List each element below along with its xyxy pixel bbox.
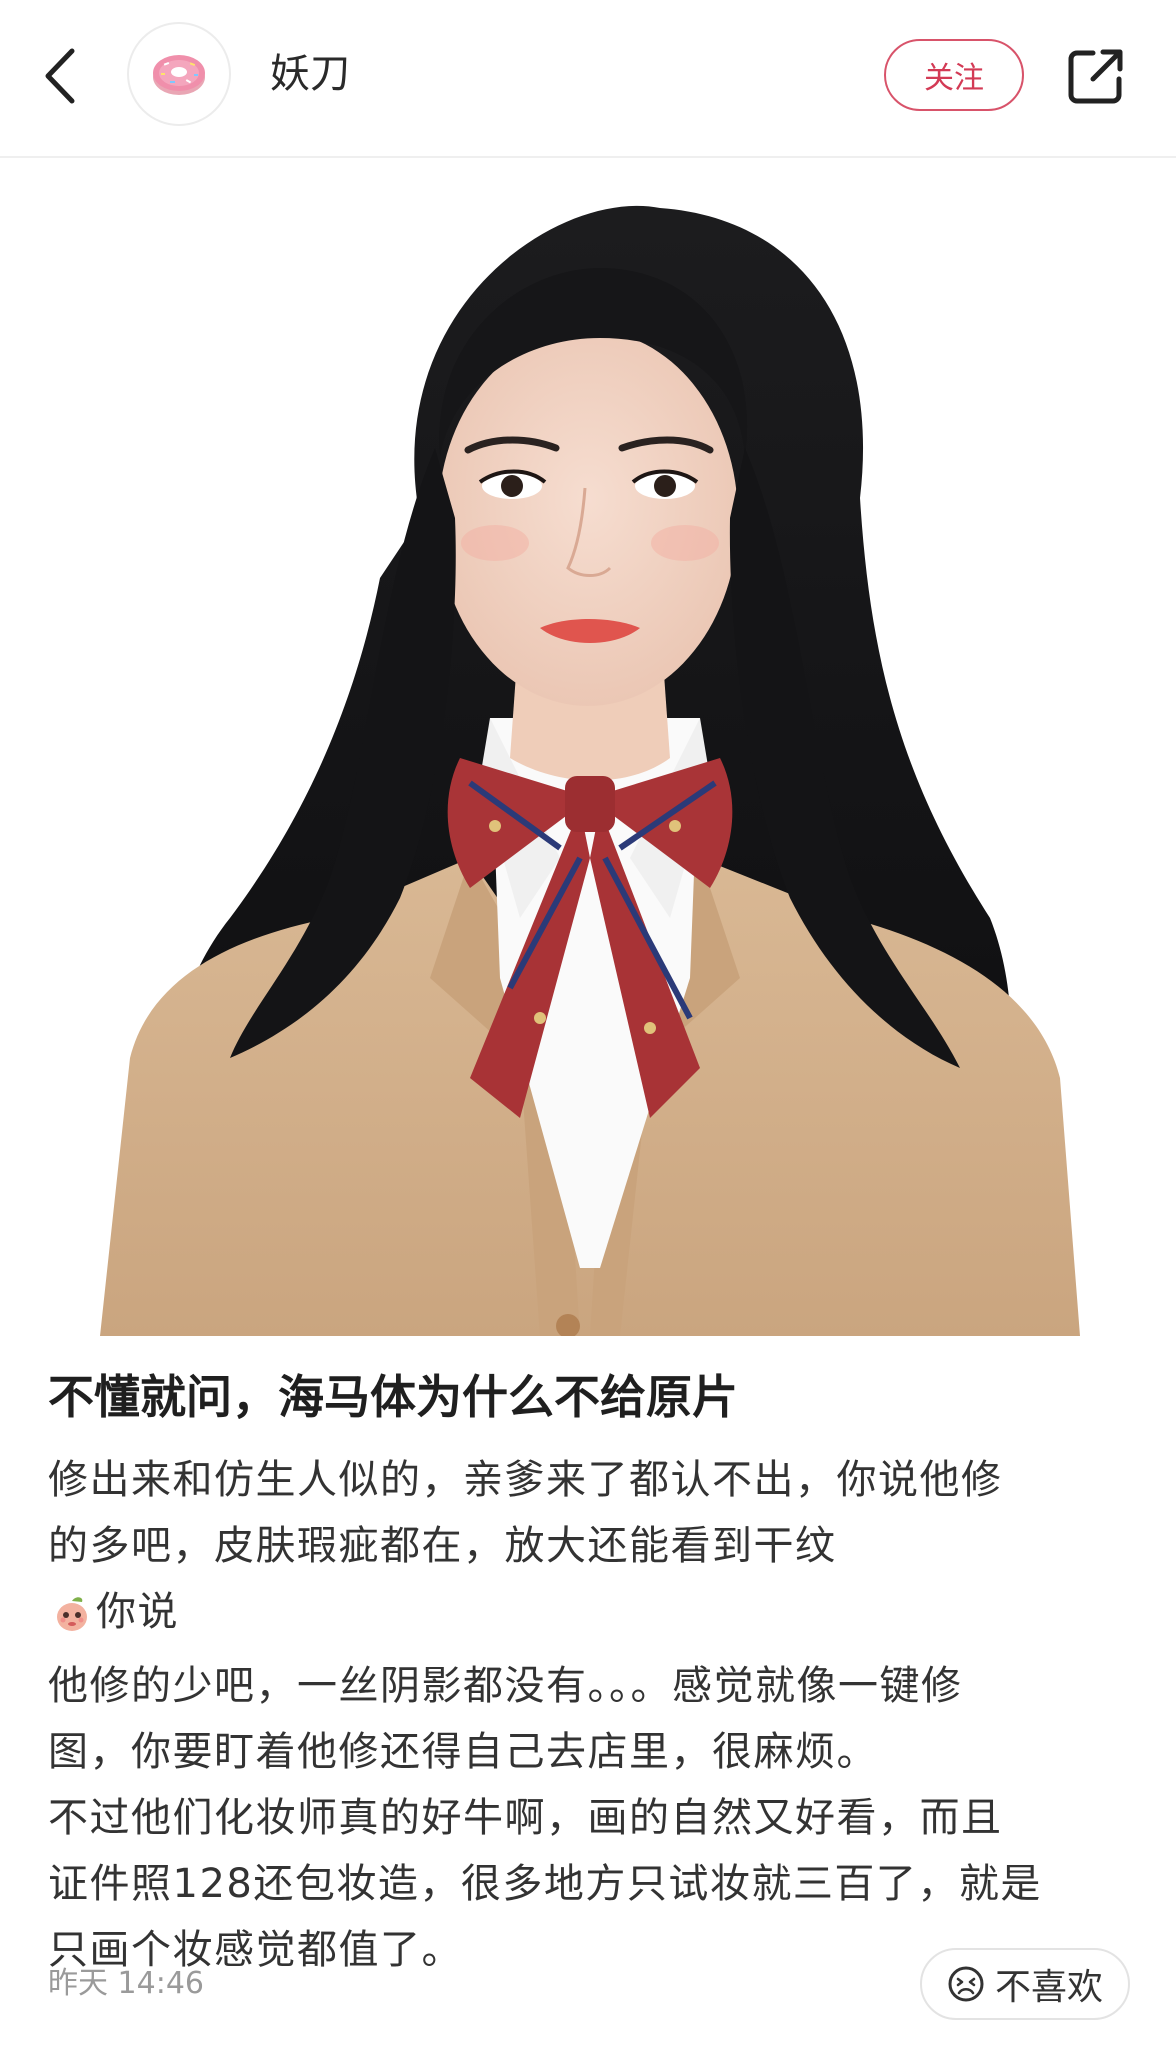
dislike-label: 不喜欢 bbox=[994, 1967, 1103, 2008]
body-line-text: 你说 bbox=[96, 1589, 179, 1635]
avatar[interactable] bbox=[127, 22, 231, 126]
dislike-button[interactable]: 不喜欢 bbox=[920, 1948, 1130, 2020]
portrait-photo bbox=[100, 205, 1080, 1336]
share-button[interactable] bbox=[1064, 44, 1128, 108]
body-line: 不过他们化妆师真的好牛啊，画的自然又好看，而且 bbox=[48, 1795, 1003, 1841]
share-external-icon bbox=[1068, 49, 1123, 104]
follow-button[interactable]: 关注 bbox=[884, 39, 1024, 111]
body-line: 的多吧，皮肤瑕疵都在，放大还能看到干纹 bbox=[48, 1513, 1138, 1579]
body-line: 图，你要盯着他修还得自己去店里，很麻烦。 bbox=[48, 1729, 878, 1775]
body-line: 你说 bbox=[48, 1579, 1138, 1653]
peach-emoji-icon bbox=[52, 1587, 92, 1653]
chevron-left-icon bbox=[45, 48, 75, 104]
body-line: 证件照128还包妆造，很多地方只试妆就三百了，就是 bbox=[48, 1861, 1042, 1907]
back-button[interactable] bbox=[36, 44, 88, 108]
post-image[interactable] bbox=[0, 158, 1176, 1336]
donut-avatar-icon bbox=[153, 55, 205, 95]
unhappy-face-icon bbox=[948, 1966, 984, 2002]
post-body: 修出来和仿生人似的，亲爹来了都认不出，你说他修 的多吧，皮肤瑕疵都在，放大还能看… bbox=[48, 1447, 1138, 1983]
body-line: 他修的少吧，一丝阴影都没有。。。感觉就像一键修 bbox=[48, 1663, 963, 1709]
username[interactable]: 妖刀 bbox=[270, 46, 350, 102]
post-title: 不懂就问，海马体为什么不给原片 bbox=[48, 1370, 738, 1424]
body-line: 修出来和仿生人似的，亲爹来了都认不出，你说他修 bbox=[48, 1457, 1003, 1503]
top-bar: 妖刀 关注 bbox=[0, 0, 1176, 158]
body-line-text: 的多吧，皮肤瑕疵都在，放大还能看到干纹 bbox=[48, 1523, 837, 1569]
post-timestamp: 昨天 14:46 bbox=[48, 1966, 204, 2001]
